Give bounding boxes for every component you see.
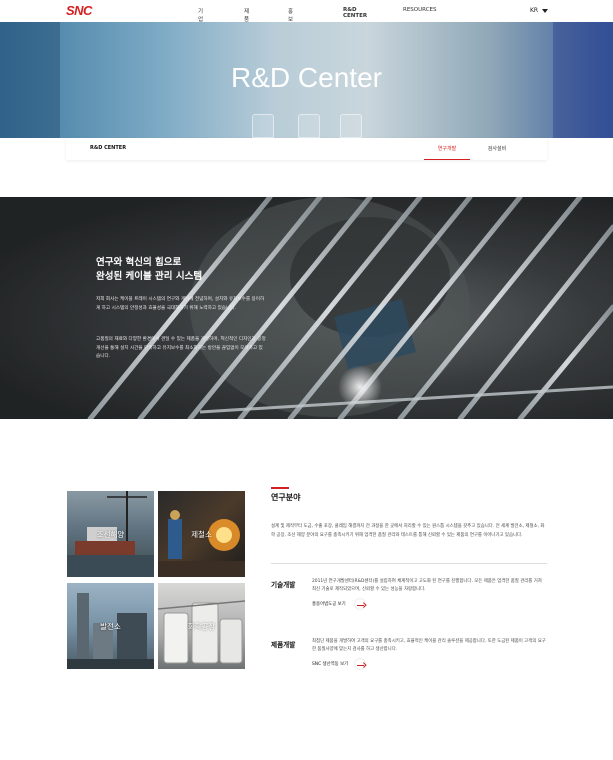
feature-title: 연구와 혁신의 힘으로 완성된 케이블 관리 시스템 — [96, 256, 202, 284]
hero-banner: R&D Center — [0, 22, 613, 138]
divider — [271, 563, 547, 564]
product-dev-text: 최첨단 제품을 개발하여 고객의 요구를 충족시키고, 효율적인 케이블 관리 … — [312, 639, 546, 652]
hero-beaker — [340, 114, 362, 138]
feature-title-line2: 완성된 케이블 관리 시스템 — [96, 271, 203, 282]
tab-inspection[interactable]: 검사설비 — [474, 138, 520, 160]
sub-nav: R&D CENTER 연구개발 검사설비 — [66, 138, 547, 160]
hero-title: R&D Center — [231, 62, 382, 93]
hero-beaker — [298, 114, 320, 138]
tech-dev-link[interactable]: 홍용어법도공 보기 — [312, 601, 346, 607]
tile-chemical-plant[interactable]: 화학공장 — [158, 583, 245, 669]
arrow-right-icon[interactable] — [354, 598, 366, 610]
research-description: 설계 및 제작부터 도금, 수출 포장, 클레임 해결까지 전 과정을 한 곳에… — [271, 524, 545, 538]
tech-dev-text: 2011년 연구개발센터(R&D센터)를 설립하여 체계적이고 고도화 된 연구… — [312, 579, 542, 592]
cable-tray-illustration — [0, 197, 613, 419]
nav-resources[interactable]: RESOURCES — [403, 7, 437, 13]
tile-label: 발전소 — [100, 622, 121, 631]
nav-rnd-center[interactable]: R&D CENTER — [343, 7, 367, 19]
tile-power-plant[interactable]: 발전소 — [67, 583, 154, 669]
tile-label: 조선해양 — [96, 530, 125, 539]
section-accent-line — [271, 487, 289, 489]
logo-text[interactable]: SNC — [66, 3, 92, 18]
tech-dev-heading: 기술개발 — [271, 581, 296, 589]
sub-nav-section-title: R&D CENTER — [90, 145, 127, 151]
snc-logo[interactable]: SNC — [66, 3, 92, 18]
arrow-right-icon[interactable] — [354, 658, 366, 670]
site-header: SNC 기업소개 제품안내 홍보미디어 R&D CENTER RESOURCES… — [0, 0, 613, 47]
feature-paragraph-1: 저희 회사는 케이블 트레이 시스템의 연구와 개발에 전념하며, 설치와 유지… — [96, 297, 265, 311]
language-selector[interactable]: KR — [530, 7, 549, 14]
tile-shipbuilding[interactable]: 조선해양 — [67, 491, 154, 577]
chevron-down-icon — [542, 8, 549, 13]
tab-research[interactable]: 연구개발 — [424, 138, 470, 160]
tile-steel-mill[interactable]: 제철소 — [158, 491, 245, 577]
hero-beaker — [252, 114, 274, 138]
tile-label: 제철소 — [191, 530, 212, 539]
feature-paragraph-2: 고품질의 재료와 다양한 환경에서 견딜 수 있는 제품을 개발하며, 혁신적인… — [96, 337, 266, 359]
feature-title-line1: 연구와 혁신의 힘으로 — [96, 257, 182, 268]
product-dev-heading: 제품개발 — [271, 641, 296, 649]
feature-welding-image — [0, 197, 613, 419]
tile-label: 화학공장 — [187, 622, 216, 631]
product-dev-link[interactable]: SNC 생산역동 보기 — [312, 661, 348, 667]
language-label: KR — [530, 7, 539, 14]
research-title: 연구분야 — [271, 493, 301, 502]
